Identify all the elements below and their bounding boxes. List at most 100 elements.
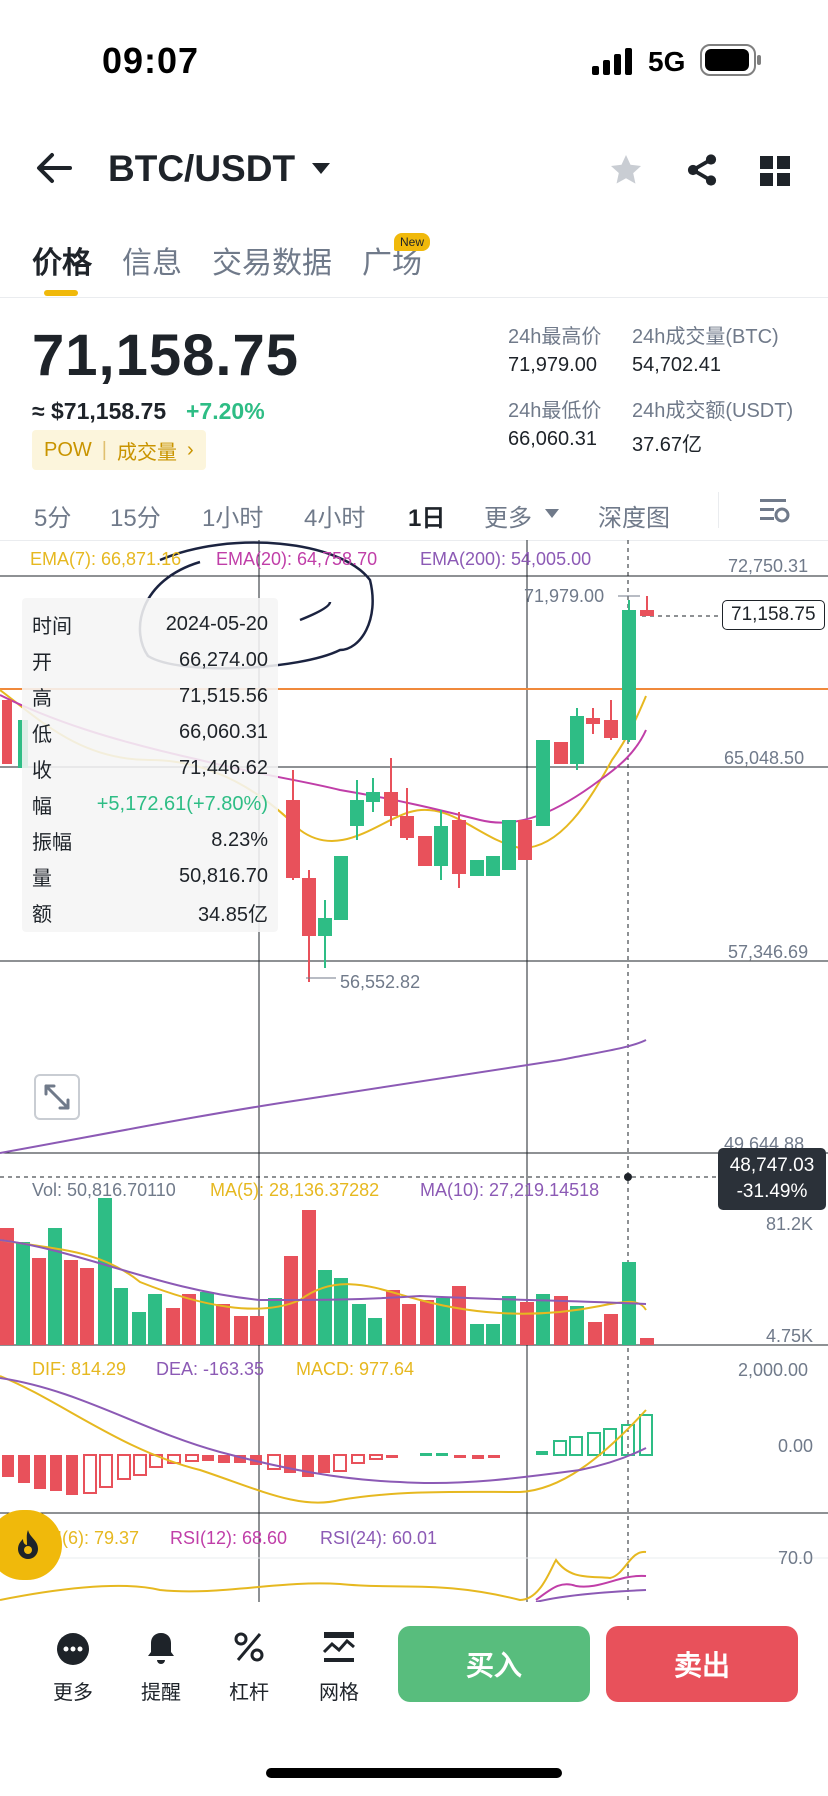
low-label: 24h最低价	[508, 400, 602, 422]
tf-5m[interactable]: 5分	[34, 498, 71, 533]
tf-more-caret-icon	[544, 506, 560, 524]
tag-row[interactable]: POW | 成交量 ›	[32, 430, 206, 470]
nav-more-label[interactable]: 更多	[38, 1676, 108, 1705]
vol-ma10-label: MA(10): 27,219.14518	[420, 1180, 600, 1200]
more-dots-icon[interactable]	[56, 1632, 90, 1671]
sell-button[interactable]: 卖出	[606, 1626, 798, 1702]
macd-dif-label: DIF: 814.29	[32, 1359, 127, 1379]
tooltip-value-change: +5,172.61(+7.80%)	[96, 792, 268, 815]
volume-tag[interactable]: 成交量	[117, 436, 177, 465]
tooltip-key: 量	[32, 867, 52, 890]
macd-dea-label: DEA: -163.35	[156, 1359, 265, 1379]
fire-icon	[18, 1530, 38, 1559]
low-value: 66,060.31	[508, 428, 597, 450]
share-icon[interactable]	[684, 152, 720, 193]
tab-trading-data[interactable]: 交易数据	[212, 238, 332, 282]
bell-icon[interactable]	[144, 1630, 178, 1671]
ema200-label: EMA(200): 54,005.00	[420, 549, 592, 569]
macd-value-label: MACD: 977.64	[296, 1359, 415, 1379]
tf-4h[interactable]: 4小时	[304, 498, 365, 533]
tooltip-value: 8.23%	[211, 828, 268, 851]
last-price-tag: 71,158.75	[722, 600, 825, 630]
tab-price[interactable]: 价格	[32, 238, 92, 282]
candle-tooltip: 时间 2024-05-20 开 66,274.00 高 71,515.56 低 66,0…	[22, 598, 278, 932]
expand-button[interactable]	[34, 1074, 80, 1120]
tooltip-value: 71,515.56	[179, 684, 268, 707]
tf-depth[interactable]: 深度图	[598, 498, 670, 533]
rsi24-label: RSI(24): 60.01	[320, 1528, 438, 1548]
network-label: 5G	[648, 46, 686, 77]
vol-axis-max: 81.2K	[766, 1214, 814, 1234]
vol-btc-label: 24h成交量(BTC)	[632, 326, 779, 348]
nav-grid-label[interactable]: 网格	[304, 1676, 374, 1705]
tf-divider	[718, 492, 719, 528]
chevron-right-icon: ›	[186, 438, 194, 461]
percent-icon[interactable]	[232, 1630, 266, 1669]
tf-1d[interactable]: 1日	[408, 498, 445, 533]
tab-info[interactable]: 信息	[122, 238, 182, 282]
buy-button[interactable]: 买入	[398, 1626, 590, 1702]
expand-icon	[44, 1084, 70, 1110]
nav-margin-label[interactable]: 杠杆	[214, 1676, 284, 1705]
ema7-label: EMA(7): 66,871.16	[30, 549, 182, 569]
crosshair-price: 48,747.03	[729, 1155, 815, 1176]
tooltip-value: 2024-05-20	[165, 612, 268, 635]
signal-icon	[592, 48, 636, 81]
tf-15m[interactable]: 15分	[110, 498, 161, 533]
axis-price-3: 57,346.69	[728, 942, 809, 962]
vol-label: Vol: 50,816.70110	[32, 1180, 176, 1200]
pow-tag[interactable]: POW	[44, 439, 92, 462]
grid-icon[interactable]	[760, 156, 790, 191]
new-badge: New	[394, 233, 431, 251]
tooltip-key: 幅	[32, 795, 52, 818]
axis-price-1: 72,750.31	[728, 556, 809, 576]
tooltip-value: 66,060.31	[179, 720, 268, 743]
vol-usdt-value: 37.67亿	[632, 434, 703, 456]
tooltip-key: 高	[32, 687, 52, 710]
tooltip-value: 50,816.70	[179, 864, 268, 887]
high-value: 71,979.00	[508, 354, 597, 376]
macd-axis-zero: 0.00	[778, 1436, 814, 1456]
high-label: 24h最高价	[508, 326, 602, 348]
low-marker-label: 56,552.82	[340, 972, 421, 992]
vol-btc-value: 54,702.41	[632, 354, 721, 376]
tf-more[interactable]: 更多	[484, 498, 532, 533]
tabs-divider	[0, 297, 828, 298]
tooltip-key: 低	[32, 723, 52, 746]
battery-icon	[700, 44, 762, 81]
tooltip-key: 振幅	[32, 831, 72, 854]
nav-alert-label[interactable]: 提醒	[126, 1676, 196, 1705]
star-icon[interactable]	[608, 152, 644, 193]
tooltip-value: 66,274.00	[179, 648, 268, 671]
vol-axis-min: 4.75K	[766, 1326, 814, 1346]
price-change-pct: +7.20%	[186, 398, 265, 424]
pair-title[interactable]: BTC/USDT	[108, 148, 295, 190]
tooltip-key: 额	[32, 903, 52, 926]
axis-price-2: 65,048.50	[724, 748, 805, 768]
rsi-axis-level: 70.0	[778, 1548, 814, 1568]
grid-chart-icon[interactable]	[322, 1630, 356, 1669]
tooltip-key: 开	[32, 651, 52, 674]
vol-usdt-label: 24h成交额(USDT)	[632, 400, 794, 422]
caret-down-icon[interactable]	[310, 160, 332, 181]
price-usd: ≈ $71,158.75	[32, 398, 167, 424]
volume-bars	[0, 1198, 654, 1345]
rsi12-label: RSI(12): 68.60	[170, 1528, 288, 1548]
home-indicator	[266, 1768, 562, 1778]
status-time: 09:07	[102, 40, 200, 81]
back-arrow-icon[interactable]	[36, 152, 72, 189]
tooltip-key: 收	[32, 759, 52, 782]
tooltip-key: 时间	[32, 615, 72, 638]
tooltip-value: 71,446.62	[179, 756, 268, 779]
vol-ma5-label: MA(5): 28,136.37282	[210, 1180, 380, 1200]
high-marker-label: 71,979.00	[524, 586, 605, 606]
tf-1h[interactable]: 1小时	[202, 498, 263, 533]
ema20-label: EMA(20): 64,758.70	[216, 549, 378, 569]
tab-underline	[44, 290, 78, 296]
macd-axis-top: 2,000.00	[738, 1360, 809, 1380]
last-price: 71,158.75	[32, 323, 300, 388]
chart-settings-icon[interactable]	[758, 496, 790, 531]
tag-separator: |	[101, 438, 107, 461]
crosshair-tag: 48,747.03 -31.49%	[718, 1148, 826, 1210]
crosshair-pct: -31.49%	[736, 1181, 808, 1202]
